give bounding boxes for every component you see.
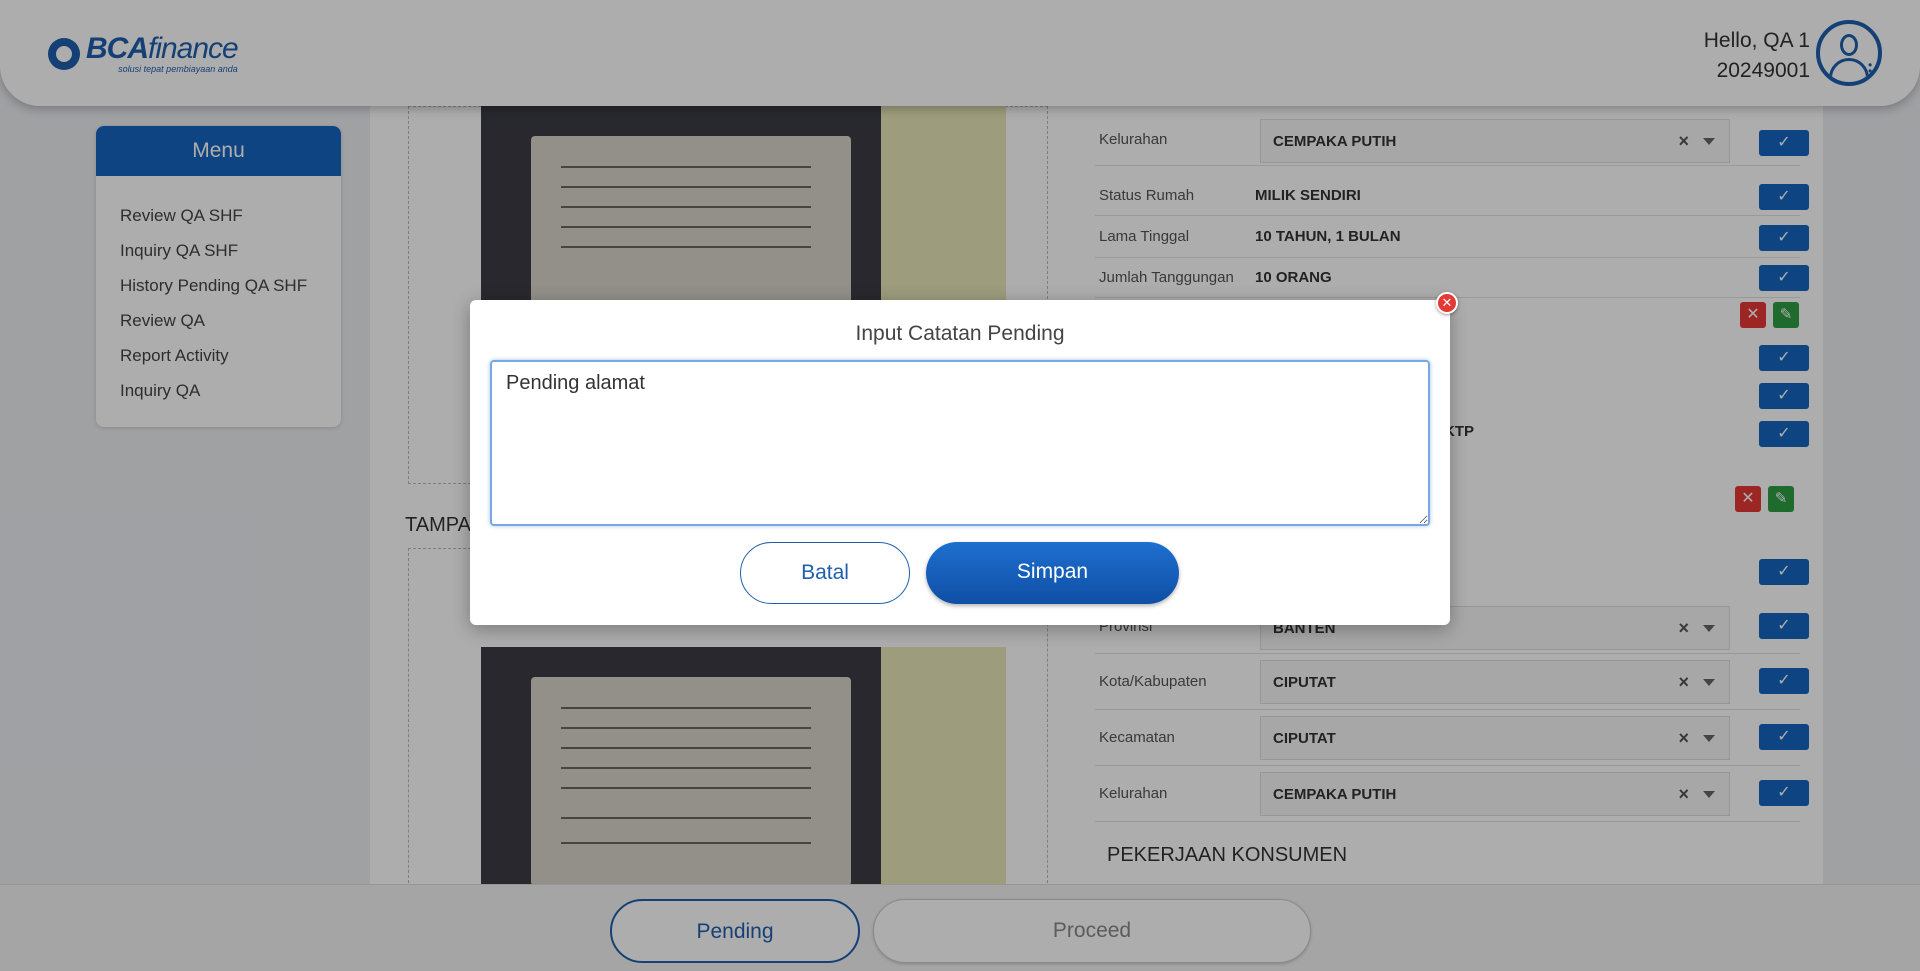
save-button[interactable]: Simpan [926,542,1179,604]
modal-title: Input Catatan Pending [855,322,1065,345]
pending-note-textarea[interactable]: Pending alamat [490,360,1430,526]
close-icon[interactable]: ✕ [1436,292,1458,314]
pending-note-modal: ✕ Input Catatan Pending Pending alamat B… [470,292,1458,625]
cancel-button[interactable]: Batal [740,542,910,604]
